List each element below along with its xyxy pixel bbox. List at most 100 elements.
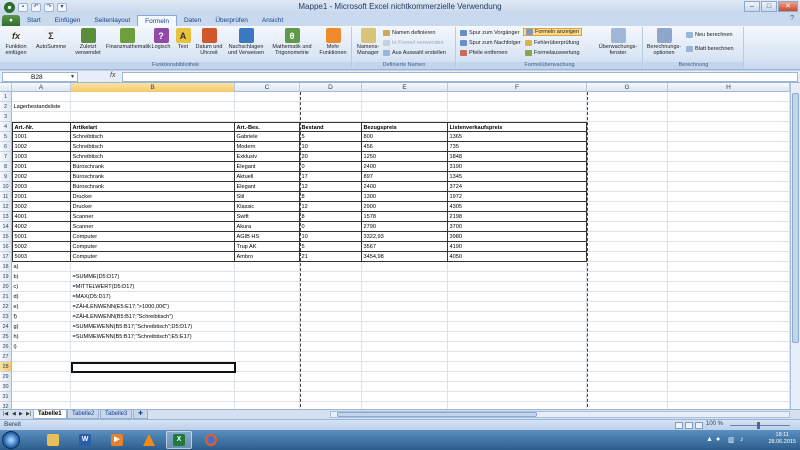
cell-h1[interactable] (668, 92, 790, 102)
blatt-berechnen-button[interactable]: Blatt berechnen (686, 45, 734, 53)
cell-a21[interactable]: d) (12, 292, 71, 302)
row-header[interactable]: 22 (0, 302, 12, 312)
cell-f8[interactable]: 3190 (448, 162, 587, 172)
cell-a12[interactable]: 3002 (12, 202, 71, 212)
cell-g23[interactable] (587, 312, 668, 322)
cell-f12[interactable]: 4305 (448, 202, 587, 212)
spur-nachfolger-button[interactable]: Spur zum Nachfolger (460, 39, 521, 47)
cell-f4[interactable]: Listenverkaufspreis (448, 122, 587, 132)
row-header[interactable]: 1 (0, 92, 12, 102)
cell-e17[interactable]: 3454,98 (362, 252, 448, 262)
cell-f18[interactable] (448, 262, 587, 272)
tab-formeln[interactable]: Formeln (137, 15, 177, 26)
cell-b19[interactable]: =SUMME(D5:D17) (71, 272, 235, 282)
cell-h16[interactable] (668, 242, 790, 252)
cell-g31[interactable] (587, 392, 668, 402)
column-header-e[interactable]: E (362, 83, 448, 92)
cell-d21[interactable] (300, 292, 362, 302)
cell-d12[interactable]: 12 (300, 202, 362, 212)
row-header[interactable]: 13 (0, 212, 12, 222)
cell-b28[interactable] (71, 362, 235, 372)
cell-b3[interactable] (71, 112, 235, 122)
cell-a13[interactable]: 4001 (12, 212, 71, 222)
cell-f24[interactable] (448, 322, 587, 332)
cell-e27[interactable] (362, 352, 448, 362)
tab-start[interactable]: Start (20, 15, 48, 26)
save-icon[interactable]: ▪ (18, 2, 28, 12)
cell-a32[interactable] (12, 402, 71, 409)
cell-g18[interactable] (587, 262, 668, 272)
cell-h13[interactable] (668, 212, 790, 222)
cell-h24[interactable] (668, 322, 790, 332)
cell-c5[interactable]: Gabriele (235, 132, 300, 142)
row-header[interactable]: 16 (0, 242, 12, 252)
row-header[interactable]: 12 (0, 202, 12, 212)
row-header[interactable]: 25 (0, 332, 12, 342)
row-header[interactable]: 29 (0, 372, 12, 382)
cell-f30[interactable] (448, 382, 587, 392)
sheet-tab-tabelle3[interactable]: Tabelle3 (100, 410, 133, 419)
vertical-scrollbar[interactable] (790, 83, 800, 409)
cell-g19[interactable] (587, 272, 668, 282)
cell-c32[interactable] (235, 402, 300, 409)
cell-c2[interactable] (235, 102, 300, 112)
cell-h32[interactable] (668, 402, 790, 409)
row-header[interactable]: 23 (0, 312, 12, 322)
text-button[interactable]: A Text (174, 28, 192, 61)
cell-c20[interactable] (235, 282, 300, 292)
cell-c19[interactable] (235, 272, 300, 282)
cell-d24[interactable] (300, 322, 362, 332)
cell-a14[interactable]: 4002 (12, 222, 71, 232)
cell-b31[interactable] (71, 392, 235, 402)
minimize-icon[interactable]: – (744, 1, 760, 12)
last-sheet-icon[interactable]: ▶| (26, 411, 31, 417)
cell-c8[interactable]: Elegant (235, 162, 300, 172)
page-break-view-icon[interactable] (695, 422, 703, 429)
cell-h25[interactable] (668, 332, 790, 342)
cell-d15[interactable]: 10 (300, 232, 362, 242)
cell-d3[interactable] (300, 112, 362, 122)
cell-f3[interactable] (448, 112, 587, 122)
horizontal-scroll-thumb[interactable] (337, 412, 537, 417)
row-header[interactable]: 21 (0, 292, 12, 302)
cell-e16[interactable]: 3567 (362, 242, 448, 252)
cell-e31[interactable] (362, 392, 448, 402)
maximize-icon[interactable]: □ (761, 1, 777, 12)
cell-f32[interactable] (448, 402, 587, 409)
cell-e20[interactable] (362, 282, 448, 292)
cell-b27[interactable] (71, 352, 235, 362)
cell-e30[interactable] (362, 382, 448, 392)
cell-g21[interactable] (587, 292, 668, 302)
row-header[interactable]: 11 (0, 192, 12, 202)
cell-a1[interactable] (12, 92, 71, 102)
cell-c17[interactable]: Ambro (235, 252, 300, 262)
cell-a15[interactable]: 5001 (12, 232, 71, 242)
ueberwachungsfenster-button[interactable]: Überwachungs-fenster (597, 28, 639, 61)
cell-b17[interactable]: Computer (71, 252, 235, 262)
cell-e23[interactable] (362, 312, 448, 322)
cell-d4[interactable]: Bestand (300, 122, 362, 132)
normal-view-icon[interactable] (675, 422, 683, 429)
cell-h7[interactable] (668, 152, 790, 162)
row-header[interactable]: 10 (0, 182, 12, 192)
finanzmathematik-button[interactable]: Finanzmathematik (106, 28, 151, 61)
cell-a27[interactable] (12, 352, 71, 362)
taskbar-word[interactable]: W (72, 431, 98, 449)
formeln-anzeigen-button[interactable]: Formeln anzeigen (523, 28, 583, 36)
cell-e10[interactable]: 2400 (362, 182, 448, 192)
cell-h14[interactable] (668, 222, 790, 232)
cell-d29[interactable] (300, 372, 362, 382)
cell-h19[interactable] (668, 272, 790, 282)
mathematik-button[interactable]: θ Mathematik und Trigonometrie (270, 28, 314, 61)
cell-a25[interactable]: h) (12, 332, 71, 342)
cell-d20[interactable] (300, 282, 362, 292)
cell-f27[interactable] (448, 352, 587, 362)
cell-b32[interactable] (71, 402, 235, 409)
cell-b12[interactable]: Drucker (71, 202, 235, 212)
cell-h17[interactable] (668, 252, 790, 262)
cell-h9[interactable] (668, 172, 790, 182)
cell-g1[interactable] (587, 92, 668, 102)
cell-c9[interactable]: Aktuell (235, 172, 300, 182)
cell-e13[interactable]: 1578 (362, 212, 448, 222)
cell-f19[interactable] (448, 272, 587, 282)
